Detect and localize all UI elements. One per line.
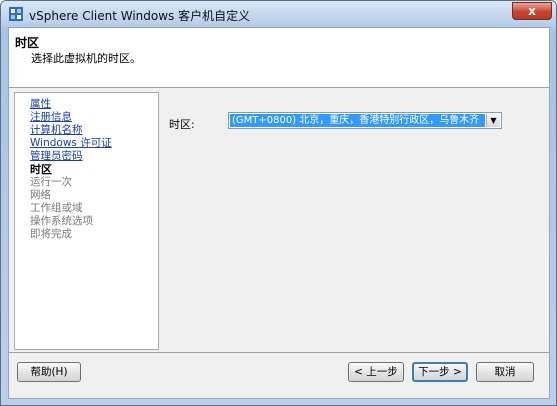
close-icon: x (528, 4, 536, 18)
page-description: 选择此虚拟机的时区。 (31, 52, 141, 65)
step-workgroup-domain: 工作组或域 (30, 202, 83, 214)
step-registration-info[interactable]: 注册信息 (30, 111, 72, 124)
back-button[interactable]: < 上一步 (348, 362, 404, 382)
wizard-step-list: 属性 注册信息 计算机名称 Windows 许可证 管理员密码 时区 运行一次 … (14, 92, 159, 350)
timezone-label: 时区: (169, 118, 195, 131)
timezone-dropdown[interactable]: (GMT+0800) 北京，重庆，香港特别行政区，乌鲁木齐 ▼ (228, 112, 502, 129)
title-bar[interactable]: vSphere Client Windows 客户机自定义 x (1, 1, 556, 27)
footer-divider (9, 352, 549, 353)
wizard-body: 时区 选择此虚拟机的时区。 属性 注册信息 计算机名称 Windows 许可证 … (8, 27, 550, 399)
step-ready-to-complete: 即将完成 (30, 228, 72, 240)
step-computer-name[interactable]: 计算机名称 (30, 124, 83, 137)
vsphere-app-icon (9, 7, 23, 21)
step-properties[interactable]: 属性 (30, 98, 51, 111)
timezone-selected-value: (GMT+0800) 北京，重庆，香港特别行政区，乌鲁木齐 (230, 114, 485, 127)
close-button[interactable]: x (512, 2, 552, 20)
page-title: 时区 (15, 36, 40, 50)
step-run-once: 运行一次 (30, 176, 72, 188)
cancel-button[interactable]: 取消 (476, 362, 534, 382)
step-admin-password[interactable]: 管理员密码 (30, 150, 83, 163)
chevron-down-icon[interactable]: ▼ (486, 114, 500, 127)
window-title: vSphere Client Windows 客户机自定义 (29, 9, 251, 23)
step-network: 网络 (30, 189, 51, 201)
next-button[interactable]: 下一步 > (412, 362, 468, 382)
help-button[interactable]: 帮助(H) (17, 362, 81, 382)
step-windows-license[interactable]: Windows 许可证 (30, 137, 112, 150)
wizard-window: vSphere Client Windows 客户机自定义 x 时区 选择此虚拟… (0, 0, 557, 406)
wizard-header: 时区 选择此虚拟机的时区。 (9, 28, 549, 88)
step-os-options: 操作系统选项 (30, 215, 93, 227)
step-time-zone: 时区 (30, 163, 52, 176)
